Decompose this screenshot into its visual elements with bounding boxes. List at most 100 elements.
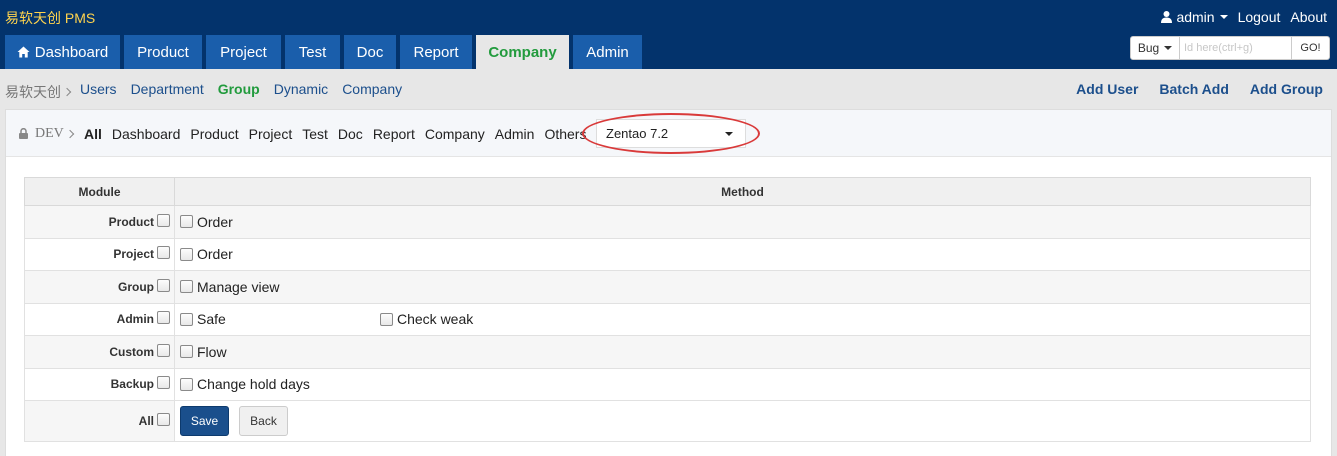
module-checkbox[interactable] [157, 246, 170, 260]
module-cell: All [24, 400, 175, 442]
method-checkbox[interactable] [180, 312, 193, 326]
tab-project[interactable]: Project [206, 35, 281, 69]
go-button[interactable]: GO! [1292, 36, 1330, 60]
add-group-button[interactable]: Add Group [1250, 81, 1323, 97]
module-header: Module [24, 177, 175, 206]
lock-icon [19, 128, 28, 139]
filter-project[interactable]: Project [249, 126, 293, 142]
filter-report[interactable]: Report [373, 126, 415, 142]
method-item[interactable]: Manage view [180, 279, 380, 295]
back-button[interactable]: Back [239, 406, 288, 436]
method-item[interactable]: Flow [180, 344, 380, 360]
logout-link[interactable]: Logout [1238, 9, 1281, 25]
method-item[interactable]: Check weak [380, 311, 580, 327]
filter-admin[interactable]: Admin [495, 126, 535, 142]
method-cell: Order [174, 237, 1311, 271]
method-checkbox[interactable] [180, 345, 193, 359]
method-checkbox[interactable] [180, 377, 193, 391]
module-cell: Custom [24, 335, 175, 369]
method-label: Change hold days [197, 376, 310, 393]
tab-company[interactable]: Company [476, 35, 569, 69]
button-cell: Save Back [174, 400, 1311, 442]
filter-others[interactable]: Others [544, 126, 586, 142]
breadcrumb-company[interactable]: 易软天创 [5, 82, 61, 102]
save-button[interactable]: Save [180, 406, 229, 436]
method-cell: Manage view [174, 270, 1311, 304]
module-label: Custom [109, 344, 154, 359]
table-row: Backup Change hold days [24, 367, 1311, 401]
filter-product[interactable]: Product [190, 126, 238, 142]
method-checkbox[interactable] [380, 312, 393, 326]
method-cell: Order [174, 205, 1311, 239]
module-cell: Group [24, 270, 175, 304]
method-item[interactable]: Change hold days [180, 376, 380, 392]
filter-all[interactable]: All [84, 126, 102, 142]
module-filters: All Dashboard Product Project Test Doc R… [84, 126, 596, 142]
module-checkbox[interactable] [157, 343, 170, 357]
method-label: Order [197, 213, 233, 230]
method-item[interactable]: Order [180, 214, 380, 230]
search-input[interactable] [1180, 36, 1292, 60]
filter-test[interactable]: Test [302, 126, 328, 142]
table-row: Project Order [24, 237, 1311, 271]
version-select[interactable]: Zentao 7.2 [596, 119, 746, 148]
subnav-dynamic[interactable]: Dynamic [274, 81, 328, 97]
subnav-group[interactable]: Group [218, 81, 260, 97]
tab-dashboard[interactable]: Dashboard [5, 35, 120, 69]
table-row: Custom Flow [24, 335, 1311, 369]
privilege-table: Module Method Product Order Project Orde… [24, 177, 1311, 442]
tab-product[interactable]: Product [124, 35, 202, 69]
user-menu[interactable]: admin [1161, 9, 1228, 25]
tab-report[interactable]: Report [400, 35, 472, 69]
module-checkbox[interactable] [157, 311, 170, 325]
method-checkbox[interactable] [180, 247, 193, 261]
module-cell: Project [24, 237, 175, 271]
method-cell: Change hold days [174, 367, 1311, 401]
filter-company[interactable]: Company [425, 126, 485, 142]
method-header: Method [174, 177, 1311, 206]
method-label: Order [197, 246, 233, 263]
method-label: Check weak [397, 311, 474, 328]
module-checkbox[interactable] [157, 376, 170, 390]
search-type-select[interactable]: Bug [1130, 36, 1180, 60]
table-row: Admin Safe Check weak [24, 302, 1311, 336]
method-item[interactable]: Safe [180, 311, 380, 327]
subnav-department[interactable]: Department [131, 81, 204, 97]
select-all-checkbox[interactable] [157, 413, 170, 427]
method-label: Safe [197, 311, 226, 328]
group-name: DEV [35, 126, 64, 141]
module-cell: Backup [24, 367, 175, 401]
tab-label: Dashboard [34, 43, 109, 61]
method-cell: Flow [174, 335, 1311, 369]
filter-bar: DEV All Dashboard Product Project Test D… [6, 110, 1331, 157]
method-cell: Safe Check weak [174, 302, 1311, 336]
subnav-company[interactable]: Company [342, 81, 402, 97]
add-user-button[interactable]: Add User [1076, 81, 1138, 97]
batch-add-button[interactable]: Batch Add [1159, 81, 1228, 97]
filter-dashboard[interactable]: Dashboard [112, 126, 181, 142]
filter-doc[interactable]: Doc [338, 126, 363, 142]
module-checkbox[interactable] [157, 213, 170, 227]
about-link[interactable]: About [1290, 9, 1327, 25]
module-label: Backup [110, 377, 154, 392]
table-row: Group Manage view [24, 270, 1311, 304]
tab-admin[interactable]: Admin [573, 35, 642, 69]
subnav-users[interactable]: Users [80, 81, 117, 97]
module-checkbox[interactable] [157, 278, 170, 292]
search-type-label: Bug [1137, 41, 1160, 55]
breadcrumb: 易软天创 [5, 82, 76, 102]
select-all-label: All [138, 413, 154, 428]
top-nav: admin Logout About [1161, 8, 1337, 26]
top-header: 易软天创 PMS admin Logout About Dashboard Pr… [0, 0, 1337, 69]
caret-down-icon [1219, 15, 1228, 19]
method-item[interactable]: Order [180, 246, 380, 262]
method-checkbox[interactable] [180, 280, 193, 294]
tab-test[interactable]: Test [285, 35, 340, 69]
tab-doc[interactable]: Doc [344, 35, 396, 69]
module-label: Product [108, 214, 154, 229]
sub-nav-links: Users Department Group Dynamic Company [80, 81, 416, 97]
version-value: Zentao 7.2 [606, 126, 669, 141]
group-crumb: DEV [35, 126, 79, 142]
chevron-right-icon [62, 87, 72, 97]
method-checkbox[interactable] [180, 215, 193, 229]
